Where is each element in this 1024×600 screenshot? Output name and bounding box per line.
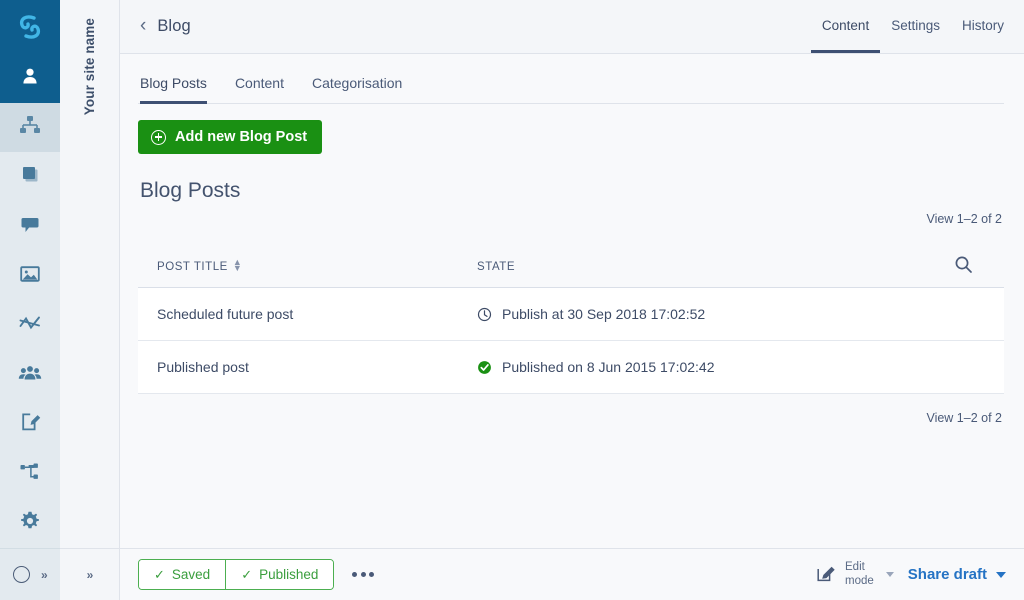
expand-sidebar-icon[interactable]: » [41, 569, 47, 581]
workflow-icon [19, 462, 41, 487]
table-row[interactable]: Scheduled future post Publish at 30 Sep … [138, 288, 1004, 341]
site-name-label: Your site name [82, 18, 97, 115]
app-logo[interactable] [0, 0, 60, 53]
table-search-button[interactable] [954, 255, 1000, 279]
site-name-rail-top: Your site name [60, 0, 119, 548]
breadcrumb: ‹ Blog [140, 0, 191, 53]
cell-post-title: Published post [157, 359, 477, 375]
cell-post-title: Scheduled future post [157, 306, 477, 322]
gear-icon [19, 510, 41, 537]
sidebar-item-sitemap[interactable] [0, 103, 60, 153]
main-panel: ‹ Blog Content Settings History Blog Pos… [120, 0, 1024, 600]
view-count-bottom-wrap: View 1–2 of 2 [138, 394, 1004, 442]
sidebar-item-analytics[interactable] [0, 301, 60, 351]
edit-mode-line1: Edit [845, 561, 865, 573]
published-status-label: Published [259, 567, 318, 582]
image-icon [19, 264, 41, 289]
back-chevron-icon[interactable]: ‹ [140, 16, 146, 37]
sitemap-icon [19, 115, 41, 140]
tab-settings[interactable]: Settings [880, 0, 951, 53]
sidebar-item-pages[interactable] [0, 152, 60, 202]
comment-icon [19, 214, 41, 239]
check-circle-icon [477, 360, 493, 375]
analytics-icon [18, 313, 42, 338]
sub-tabs: Blog Posts Content Categorisation [120, 54, 1024, 104]
users-group-icon [18, 363, 42, 388]
sidebar-item-comments[interactable] [0, 202, 60, 252]
bottom-bar-right: Edit mode Share draft [816, 561, 1006, 587]
cell-state-text: Publish at 30 Sep 2018 17:02:52 [502, 306, 705, 322]
cell-state: Publish at 30 Sep 2018 17:02:52 [477, 306, 1000, 322]
blog-posts-table: POST TITLE ▲▼ STATE [138, 246, 1004, 442]
add-new-blog-post-label: Add new Blog Post [175, 129, 307, 145]
add-new-blog-post-button[interactable]: Add new Blog Post [138, 120, 322, 154]
sidebar-item-media[interactable] [0, 251, 60, 301]
search-icon [954, 255, 973, 279]
edit-mode-line2: mode [845, 575, 874, 587]
more-actions-icon[interactable] [352, 572, 374, 577]
app-root: » Your site name » ‹ Blog Content Settin… [0, 0, 1024, 600]
column-header-state: STATE [477, 261, 954, 273]
check-icon: ✓ [154, 568, 165, 581]
site-rail-footer: » [60, 548, 119, 600]
site-name-label-wrap: Your site name [60, 18, 119, 115]
content-body: Add new Blog Post Blog Posts View 1–2 of… [120, 104, 1024, 548]
subtab-content[interactable]: Content [235, 75, 284, 104]
subtab-categorisation[interactable]: Categorisation [312, 75, 402, 104]
saved-status-label: Saved [172, 567, 210, 582]
loop-logo-icon [15, 14, 45, 40]
edit-mode-chevron-down-icon[interactable] [886, 572, 894, 577]
sidebar-item-workflow[interactable] [0, 449, 60, 499]
check-icon: ✓ [241, 568, 252, 581]
status-button-group: ✓ Saved ✓ Published [138, 559, 334, 590]
tab-history[interactable]: History [951, 0, 1004, 53]
column-header-post-title-label: POST TITLE [157, 261, 228, 273]
table-row[interactable]: Published post Published on 8 Jun 2015 1… [138, 341, 1004, 394]
edit-mode-button[interactable]: Edit mode [816, 561, 874, 587]
plus-circle-icon [151, 130, 166, 145]
view-count-bottom: View 1–2 of 2 [926, 411, 1002, 425]
share-draft-button[interactable]: Share draft [908, 566, 1006, 583]
site-name-rail: Your site name » [60, 0, 120, 600]
published-status-button[interactable]: ✓ Published [225, 560, 333, 589]
sidebar-item-settings[interactable] [0, 499, 60, 549]
cell-state-text: Published on 8 Jun 2015 17:02:42 [502, 359, 715, 375]
edit-mode-label: Edit mode [845, 561, 874, 587]
expand-site-tree-icon[interactable]: » [87, 569, 93, 581]
saved-status-button[interactable]: ✓ Saved [139, 560, 225, 589]
bottom-action-bar: ✓ Saved ✓ Published [120, 548, 1024, 600]
page-header: ‹ Blog Content Settings History [120, 0, 1024, 54]
subtab-blog-posts[interactable]: Blog Posts [140, 75, 207, 104]
share-draft-label: Share draft [908, 566, 987, 583]
sidebar-item-reports[interactable] [0, 400, 60, 450]
table-header-row: POST TITLE ▲▼ STATE [138, 246, 1004, 288]
pages-icon [19, 164, 41, 191]
circle-icon[interactable] [13, 566, 30, 583]
column-header-post-title[interactable]: POST TITLE ▲▼ [157, 261, 477, 273]
tab-content[interactable]: Content [811, 0, 880, 53]
sidebar-footer: » [0, 548, 60, 600]
view-count-top: View 1–2 of 2 [138, 212, 1004, 226]
sidebar-item-groups[interactable] [0, 350, 60, 400]
sidebar-item-user[interactable] [0, 53, 60, 103]
section-title: Blog Posts [140, 179, 1004, 203]
clock-icon [477, 307, 493, 322]
report-edit-icon [19, 411, 41, 438]
chevron-down-icon [996, 572, 1006, 578]
sort-toggle-icon[interactable]: ▲▼ [233, 260, 242, 271]
cell-state: Published on 8 Jun 2015 17:02:42 [477, 359, 1000, 375]
page-tabs: Content Settings History [811, 0, 1004, 53]
user-icon [20, 66, 40, 91]
edit-pencil-icon [816, 562, 837, 588]
primary-icon-sidebar: » [0, 0, 60, 600]
page-title: Blog [157, 17, 190, 36]
